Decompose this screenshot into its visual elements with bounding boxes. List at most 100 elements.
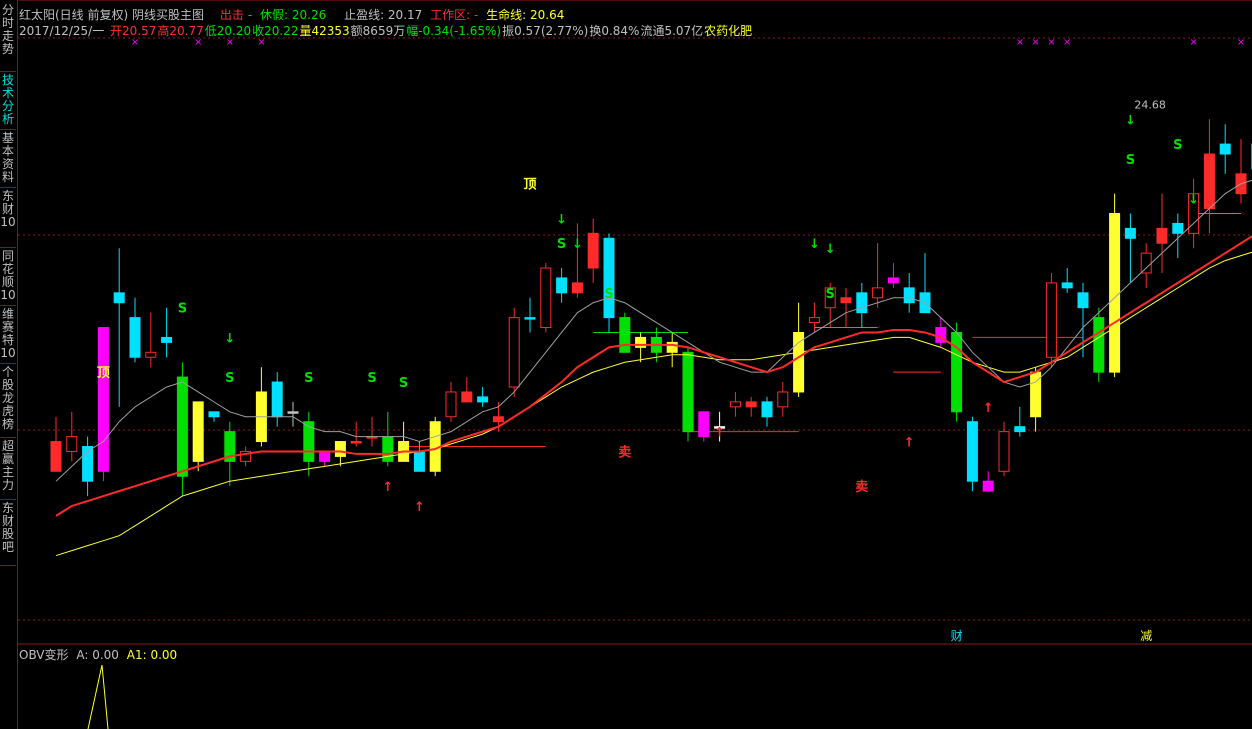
candle-body — [745, 401, 757, 408]
candle-72 — [1188, 178, 1200, 249]
candle-body — [1156, 227, 1168, 244]
signal-label-20: ↑ — [904, 435, 915, 450]
candle-6 — [145, 312, 157, 368]
sidebar-tab-2[interactable]: 基本资料 — [0, 130, 16, 188]
signal-label-18: S — [826, 287, 835, 302]
signal-label-14: 卖 — [618, 444, 631, 460]
candle-53 — [887, 263, 899, 288]
signal-label-4: S — [304, 371, 313, 386]
left-sidebar: 分时走势 技术分析 基本资料 东财10 同花顺10 维赛特10 个股龙虎榜 超赢主力 东财股吧 — [0, 0, 18, 729]
candle-body — [477, 396, 489, 403]
candle-body — [840, 297, 852, 304]
candle-16 — [303, 411, 315, 477]
candlestick-chart[interactable]: × × × × × × × × × × 24.68 顶 S ↓ S S S S ↑ ↑ 顶 ↓ S ↓ S 卖 ↑ ↓ ↓ S 卖 ↑ ↑ ↓ S S… — [18, 0, 1252, 645]
candle-46 — [777, 382, 789, 417]
candle-body — [508, 317, 520, 388]
candle-54 — [903, 272, 915, 313]
candle-body — [571, 282, 583, 294]
candle-body — [1203, 153, 1215, 210]
candle-29 — [508, 307, 520, 397]
candle-body — [445, 391, 457, 418]
sidebar-tab-3[interactable]: 东财10 — [0, 188, 16, 248]
candle-body — [461, 391, 473, 403]
candle-body — [145, 351, 157, 358]
candle-47 — [793, 302, 805, 397]
signal-label-16: ↓ — [809, 237, 820, 252]
candle-75 — [1235, 139, 1247, 204]
candle-body — [1172, 222, 1184, 234]
candle-body — [1077, 292, 1089, 309]
candle-68 — [1124, 213, 1136, 283]
candle-body — [192, 401, 204, 462]
candle-65 — [1077, 282, 1089, 358]
sidebar-tab-6[interactable]: 个股龙虎榜 — [0, 364, 16, 438]
candle-13 — [255, 367, 267, 447]
obv-indicator-chart[interactable] — [18, 645, 1252, 729]
top-marker-5: × — [1031, 37, 1039, 48]
candle-body — [97, 327, 109, 472]
candle-71 — [1172, 213, 1184, 259]
candle-37 — [635, 332, 647, 363]
candle-55 — [919, 253, 931, 314]
candle-31 — [540, 263, 552, 333]
candle-18 — [334, 441, 346, 467]
candle-body — [603, 237, 615, 319]
candle-61 — [1014, 406, 1026, 437]
signal-label-6: S — [399, 376, 408, 391]
candle-10 — [208, 411, 220, 422]
candle-63 — [1045, 272, 1057, 368]
top-marker-3: × — [257, 37, 265, 48]
candle-body — [998, 431, 1010, 472]
sidebar-tab-7[interactable]: 超赢主力 — [0, 438, 16, 500]
sidebar-tab-4[interactable]: 同花顺10 — [0, 248, 16, 306]
candle-69 — [1140, 243, 1152, 288]
signal-label-5: S — [367, 371, 376, 386]
max-price-label: 24.68 — [1134, 98, 1166, 111]
signal-label-1: S — [178, 302, 187, 317]
candle-44 — [745, 396, 757, 417]
candle-body — [1219, 143, 1231, 155]
candle-body — [382, 436, 394, 462]
signal-label-22: ↓ — [1125, 113, 1136, 128]
bottom-label-1: 减 — [1140, 629, 1152, 643]
ma-grey-line — [55, 179, 1252, 482]
candle-body — [1061, 282, 1073, 289]
candle-58 — [966, 416, 978, 492]
candle-3 — [97, 327, 109, 482]
candle-body — [903, 287, 915, 304]
candle-70 — [1156, 193, 1168, 273]
candle-body — [208, 411, 220, 418]
signal-label-17: ↓ — [825, 242, 836, 257]
signal-label-23: S — [1126, 153, 1135, 168]
signal-label-13: S — [604, 287, 613, 302]
bottom-label-0: 财 — [951, 629, 963, 643]
candle-5 — [129, 297, 141, 363]
candle-body — [350, 441, 362, 444]
candle-14 — [271, 372, 283, 427]
sidebar-tab-1[interactable]: 技术分析 — [0, 72, 16, 130]
candle-body — [271, 381, 283, 418]
sidebar-tab-8[interactable]: 东财股吧 — [0, 500, 16, 566]
candle-body — [334, 441, 346, 457]
candle-body — [113, 292, 125, 304]
candle-body — [319, 450, 331, 462]
candle-2 — [82, 436, 94, 497]
candle-26 — [461, 377, 473, 403]
sidebar-tab-0[interactable]: 分时走势 — [0, 2, 16, 72]
candle-body — [982, 480, 994, 492]
top-marker-1: × — [194, 37, 202, 48]
candle-9 — [192, 401, 204, 472]
candle-body — [50, 441, 62, 472]
candle-51 — [856, 282, 868, 328]
candle-56 — [935, 317, 947, 348]
candle-body — [1014, 426, 1026, 433]
candles — [50, 119, 1252, 497]
candle-60 — [998, 421, 1010, 477]
sidebar-tab-5[interactable]: 维赛特10 — [0, 306, 16, 364]
signal-label-24: S — [1173, 138, 1182, 153]
candle-1 — [66, 411, 78, 462]
candle-52 — [872, 243, 884, 308]
candle-body — [777, 391, 789, 408]
candle-body — [556, 277, 568, 294]
candle-body — [887, 277, 899, 284]
